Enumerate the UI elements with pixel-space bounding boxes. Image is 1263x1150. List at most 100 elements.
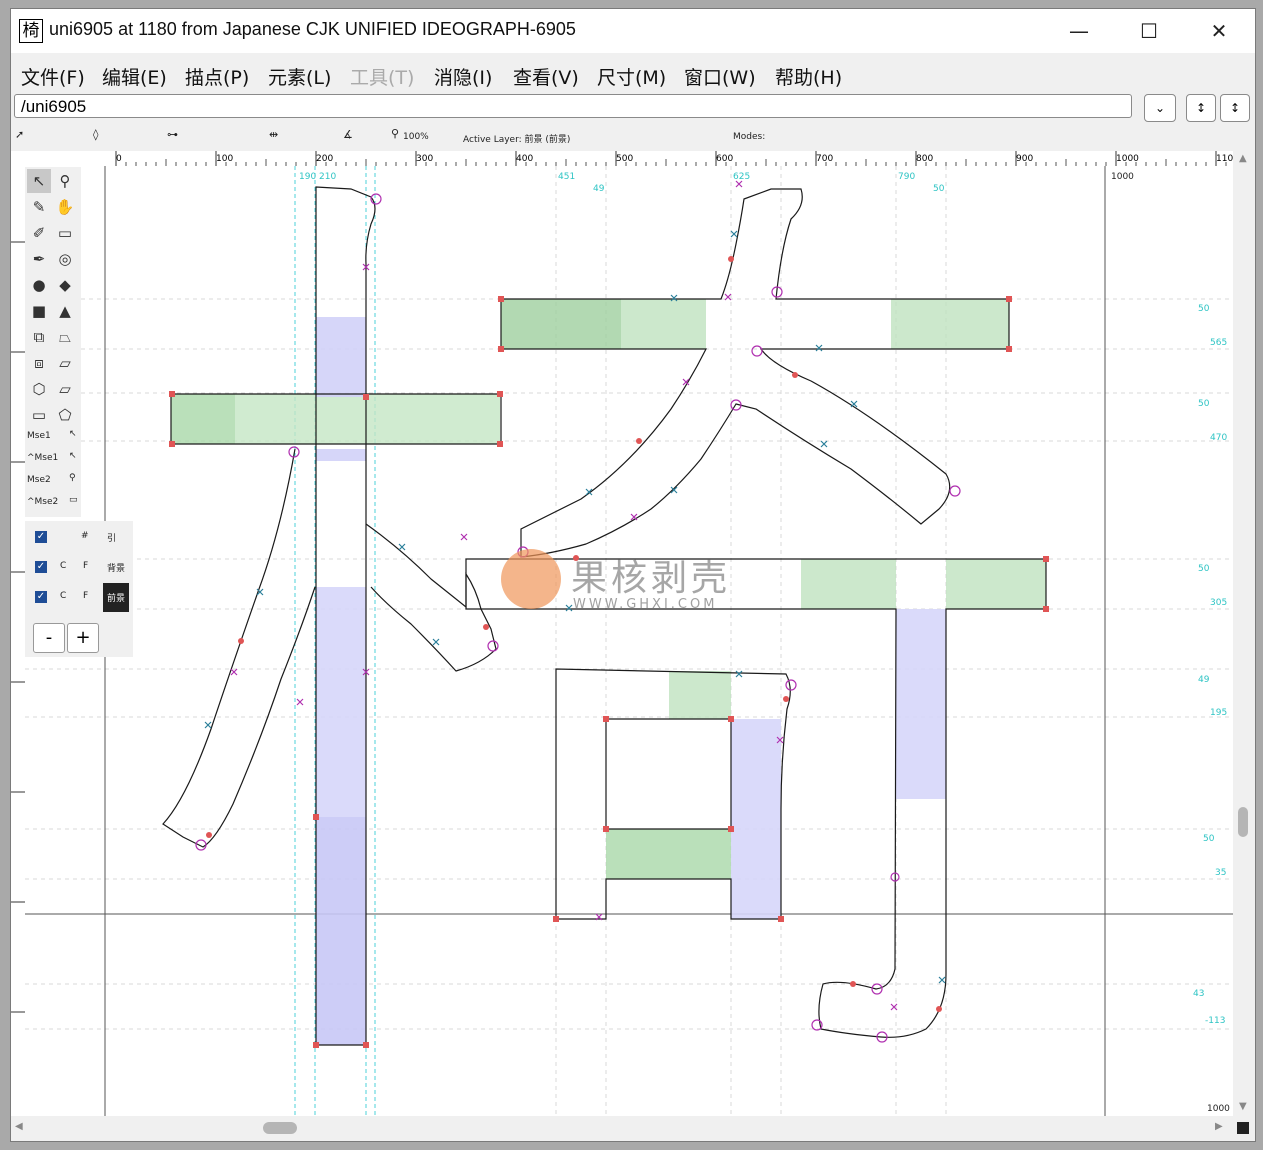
pointer-small-icon: ↖: [69, 451, 77, 461]
menu-edit[interactable]: 编辑(E): [102, 63, 167, 90]
layer-foreground-name[interactable]: 前景: [103, 583, 130, 612]
guide-label: 190: [299, 172, 317, 182]
rotate-tool-icon[interactable]: ⏢: [53, 325, 77, 349]
guide-label: 565: [1210, 338, 1228, 348]
scroll-left-icon[interactable]: ◀: [15, 1121, 23, 1132]
guide-label: 43: [1193, 989, 1205, 999]
zoom-icon: ⚲: [391, 127, 400, 140]
menu-point[interactable]: 描点(P): [185, 63, 249, 90]
guide-label: 210: [319, 172, 337, 182]
modes-label: Modes:: [733, 132, 766, 142]
layer-foreground-checkbox[interactable]: ✓: [35, 591, 47, 603]
guide-label: 451: [558, 172, 576, 182]
next-glyph-button[interactable]: ↕: [1220, 94, 1250, 122]
horizontal-scroll-thumb[interactable]: [263, 1122, 297, 1134]
ruler-tool-icon[interactable]: ▭: [53, 221, 77, 245]
scale-tool-icon[interactable]: ⧉: [27, 325, 51, 349]
3d-rotate-tool-icon[interactable]: ⬡: [27, 377, 51, 401]
menu-tools[interactable]: 工具(T): [350, 63, 414, 90]
polygon-tool-icon[interactable]: ⬠: [53, 403, 77, 427]
resize-grip-icon[interactable]: [1237, 1122, 1249, 1134]
watermark-logo-icon: [501, 549, 561, 609]
ruler-label: 700: [816, 154, 833, 164]
remove-layer-button[interactable]: -: [33, 623, 65, 653]
layer-background-checkbox[interactable]: ✓: [35, 561, 47, 573]
menu-file[interactable]: 文件(F): [21, 63, 85, 90]
ruler-label: 1100: [1216, 154, 1233, 164]
menu-help[interactable]: 帮助(H): [775, 63, 842, 90]
glyph-canvas[interactable]: 190 210 451 49 625 790 50 1000 50 565 50…: [25, 166, 1233, 1116]
layers-palette: ✓ # 引 ✓ C F 背景 ✓ C F 前景 - +: [25, 521, 133, 657]
tool-info-bar: ➚ ◊ ⊶ ⇹ ∡ ⚲ 100% Active Layer: 前景 (前景) M…: [11, 125, 1255, 149]
guide-label: 470: [1210, 433, 1228, 443]
guide-label: 305: [1210, 598, 1228, 608]
menu-view[interactable]: 查看(V): [513, 63, 579, 90]
minimize-button[interactable]: —: [1059, 15, 1099, 47]
guide-label: 35: [1215, 868, 1227, 878]
scroll-down-icon[interactable]: ▼: [1239, 1101, 1247, 1112]
scroll-right-icon[interactable]: ▶: [1215, 1121, 1223, 1132]
layer-background-name[interactable]: 背景: [107, 561, 125, 574]
magnify-small-icon: ⚲: [69, 473, 76, 483]
magnify-tool-icon[interactable]: ⚲: [53, 169, 77, 193]
maximize-button[interactable]: ☐: [1129, 15, 1169, 47]
guide-label: 49: [1198, 675, 1210, 685]
glyph-dropdown-button[interactable]: ⌄: [1144, 94, 1176, 122]
hv-curve-tool-icon[interactable]: ◆: [53, 273, 77, 297]
corner-point-tool-icon[interactable]: ■: [27, 299, 51, 323]
layer-guide-col1: #: [81, 531, 89, 541]
add-layer-button[interactable]: +: [67, 623, 99, 653]
guide-label: 1000: [1207, 1104, 1230, 1114]
ruler-label: 600: [11, 356, 12, 371]
spiro-tool-icon[interactable]: ◎: [53, 247, 77, 271]
guide-label: 50: [1198, 564, 1210, 574]
pen-tool-icon[interactable]: ✒: [27, 247, 51, 271]
guide-label: 790: [898, 172, 916, 182]
scroll-up-icon[interactable]: ▲: [1239, 153, 1247, 164]
tool-palette: ↖ ⚲ ✎ ✋ ✐ ▭ ✒ ◎ ● ◆ ■ ▲ ⧉ ⏢ ⧈ ▱ ⬡ ⏥ ▭ ⬠ …: [25, 167, 81, 517]
mouse1-ctrl-label: ^Mse1: [27, 453, 59, 463]
close-button[interactable]: ✕: [1199, 15, 1239, 47]
glyph-name-field[interactable]: /uni6905: [14, 94, 1132, 118]
layer-background-col2: F: [83, 561, 89, 571]
zoom-level: 100%: [403, 132, 429, 142]
menu-metrics[interactable]: 尺寸(M): [597, 63, 666, 90]
ruler-label: 200: [11, 796, 12, 811]
mouse2-label: Mse2: [27, 475, 51, 485]
layer-background-col1: C: [60, 561, 67, 571]
pointer-tool-icon[interactable]: ↖: [27, 169, 51, 193]
menu-element[interactable]: 元素(L): [268, 63, 331, 90]
knife-tool-icon[interactable]: ✐: [27, 221, 51, 245]
guide-label: 50: [1198, 399, 1210, 409]
curve-point-tool-icon[interactable]: ●: [27, 273, 51, 297]
pointer-small-icon: ↖: [69, 429, 77, 439]
flip-tool-icon[interactable]: ⧈: [27, 351, 51, 375]
layer-guide-name: 引: [107, 534, 117, 544]
scroll-hand-tool-icon[interactable]: ✋: [53, 195, 77, 219]
ruler-label: 900: [1016, 154, 1033, 164]
rectangle-tool-icon[interactable]: ▭: [27, 403, 51, 427]
freehand-tool-icon[interactable]: ✎: [27, 195, 51, 219]
mouse2-ctrl-label: ^Mse2: [27, 497, 59, 507]
ruler-label: 700: [11, 246, 12, 261]
window-title: uni6905 at 1180 from Japanese CJK UNIFIE…: [49, 19, 576, 39]
tangent-point-tool-icon[interactable]: ▲: [53, 299, 77, 323]
point-icon: ◊: [93, 128, 99, 141]
mouse1-label: Mse1: [27, 431, 51, 441]
guide-label: 50: [933, 184, 945, 194]
horizontal-scrollbar[interactable]: ◀ ▶: [11, 1116, 1255, 1140]
prev-glyph-button[interactable]: ↕: [1186, 94, 1216, 122]
ruler-label: 200: [316, 154, 333, 164]
menu-window[interactable]: 窗口(W): [684, 63, 756, 90]
guide-label: 49: [593, 184, 605, 194]
layer-guide-checkbox[interactable]: ✓: [35, 531, 47, 543]
vertical-scrollbar[interactable]: ▲ ▼: [1233, 151, 1255, 1116]
vertical-ruler: 7006005004003002001000-100: [11, 166, 26, 1116]
menu-hints[interactable]: 消隐(I): [434, 63, 492, 90]
perspective-tool-icon[interactable]: ⏥: [53, 377, 77, 401]
menu-bar: 文件(F) 编辑(E) 描点(P) 元素(L) 工具(T) 消隐(I) 查看(V…: [11, 59, 1255, 91]
vertical-scroll-thumb[interactable]: [1238, 807, 1248, 837]
skew-tool-icon[interactable]: ▱: [53, 351, 77, 375]
ruler-label: 0: [11, 1016, 12, 1021]
guide-label: 50: [1203, 834, 1215, 844]
